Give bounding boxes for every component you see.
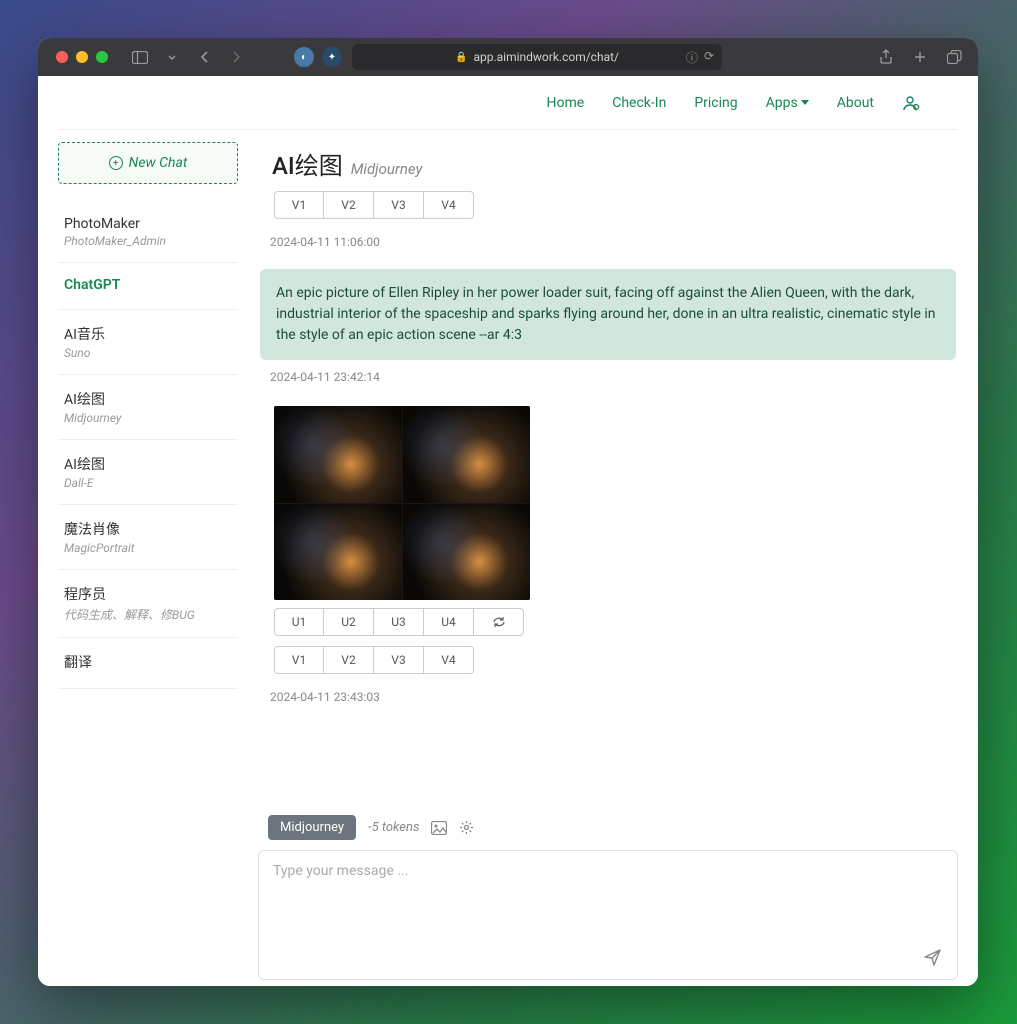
user-prompt-bubble: An epic picture of Ellen Ripley in her p… (260, 269, 956, 360)
generated-image-grid[interactable] (274, 406, 530, 600)
timestamp: 2024-04-11 23:43:03 (260, 684, 956, 718)
nav-about[interactable]: About (837, 95, 874, 111)
image-upload-icon[interactable] (431, 821, 447, 835)
settings-icon[interactable] (459, 820, 474, 835)
u3-button[interactable]: U3 (374, 608, 424, 636)
message-input-wrap (258, 850, 958, 980)
tabs-icon[interactable] (944, 47, 964, 67)
generated-image-2[interactable] (403, 406, 531, 503)
nav-apps[interactable]: Apps (766, 95, 809, 111)
url-text: app.aimindwork.com/chat/ (473, 50, 619, 64)
share-icon[interactable] (876, 47, 896, 67)
page-content: Home Check-In Pricing Apps About + New C… (38, 76, 978, 986)
forward-button[interactable] (226, 47, 246, 67)
u4-button[interactable]: U4 (424, 608, 474, 636)
chat-subtitle: Midjourney (351, 160, 423, 178)
new-tab-icon[interactable] (910, 47, 930, 67)
nav-checkin[interactable]: Check-In (612, 95, 666, 111)
top-nav: Home Check-In Pricing Apps About (58, 76, 958, 130)
sidebar-toggle-icon[interactable] (130, 47, 150, 67)
nav-pricing[interactable]: Pricing (694, 95, 737, 111)
maximize-window-button[interactable] (96, 51, 108, 63)
chevron-down-icon[interactable] (162, 47, 182, 67)
sidebar-item-chatgpt[interactable]: ChatGPT (58, 263, 238, 310)
messages-scroll[interactable]: V1 V2 V3 V4 2024-04-11 11:06:00 An epic … (258, 191, 958, 799)
v3-button[interactable]: V3 (374, 646, 424, 674)
sidebar-item-programmer[interactable]: 程序员 代码生成、解释、修BUG (58, 570, 238, 638)
plus-icon: + (109, 156, 123, 170)
nav-home[interactable]: Home (547, 95, 585, 111)
sidebar: + New Chat PhotoMaker PhotoMaker_Admin C… (58, 142, 238, 980)
chat-header: AI绘图 Midjourney (258, 142, 958, 191)
u1-button[interactable]: U1 (274, 608, 324, 636)
sidebar-item-translate[interactable]: 翻译 (58, 638, 238, 689)
v4-button[interactable]: V4 (424, 191, 474, 219)
token-cost: -5 tokens (368, 820, 419, 835)
back-button[interactable] (194, 47, 214, 67)
chat-title: AI绘图 (272, 146, 343, 181)
reader-icon[interactable]: ⓘ (686, 49, 698, 66)
caret-down-icon (801, 100, 809, 105)
main-panel: AI绘图 Midjourney V1 V2 V3 V4 2024-04-11 1… (258, 142, 958, 980)
sidebar-item-ai-music[interactable]: AI音乐 Suno (58, 310, 238, 375)
timestamp: 2024-04-11 23:42:14 (260, 364, 956, 398)
sidebar-item-ai-draw-mj[interactable]: AI绘图 Midjourney (58, 375, 238, 440)
timestamp: 2024-04-11 11:06:00 (260, 229, 956, 263)
close-window-button[interactable] (56, 51, 68, 63)
upscale-buttons-row: U1 U2 U3 U4 (260, 608, 956, 636)
v2-button[interactable]: V2 (324, 646, 374, 674)
v1-button[interactable]: V1 (274, 191, 324, 219)
model-badge[interactable]: Midjourney (268, 815, 356, 840)
send-icon (923, 947, 943, 967)
message-input[interactable] (273, 863, 943, 963)
variation-buttons-row-2: V1 V2 V3 V4 (260, 646, 956, 674)
minimize-window-button[interactable] (76, 51, 88, 63)
v2-button[interactable]: V2 (324, 191, 374, 219)
v1-button[interactable]: V1 (274, 646, 324, 674)
v4-button[interactable]: V4 (424, 646, 474, 674)
generated-image-4[interactable] (403, 504, 531, 601)
titlebar: ◐ ✦ 🔒 app.aimindwork.com/chat/ ⓘ ⟳ (38, 38, 978, 76)
composer: Midjourney -5 tokens (258, 799, 958, 980)
v3-button[interactable]: V3 (374, 191, 424, 219)
new-chat-button[interactable]: + New Chat (58, 142, 238, 184)
generated-image-1[interactable] (274, 406, 402, 503)
address-bar[interactable]: 🔒 app.aimindwork.com/chat/ ⓘ ⟳ (352, 44, 722, 70)
send-button[interactable] (923, 947, 943, 967)
user-settings-icon[interactable] (902, 94, 920, 112)
sidebar-item-photomaker[interactable]: PhotoMaker PhotoMaker_Admin (58, 202, 238, 263)
browser-window: ◐ ✦ 🔒 app.aimindwork.com/chat/ ⓘ ⟳ (38, 38, 978, 986)
extension-icon-2[interactable]: ✦ (322, 47, 342, 67)
refresh-icon (492, 616, 506, 628)
extension-icon-1[interactable]: ◐ (294, 47, 314, 67)
variation-buttons-row: V1 V2 V3 V4 (260, 191, 956, 219)
reload-icon[interactable]: ⟳ (704, 49, 714, 66)
lock-icon: 🔒 (455, 52, 467, 63)
reroll-button[interactable] (474, 608, 524, 636)
sidebar-item-magic-portrait[interactable]: 魔法肖像 MagicPortrait (58, 505, 238, 570)
sidebar-item-ai-draw-dalle[interactable]: AI绘图 Dall-E (58, 440, 238, 505)
generated-image-3[interactable] (274, 504, 402, 601)
u2-button[interactable]: U2 (324, 608, 374, 636)
